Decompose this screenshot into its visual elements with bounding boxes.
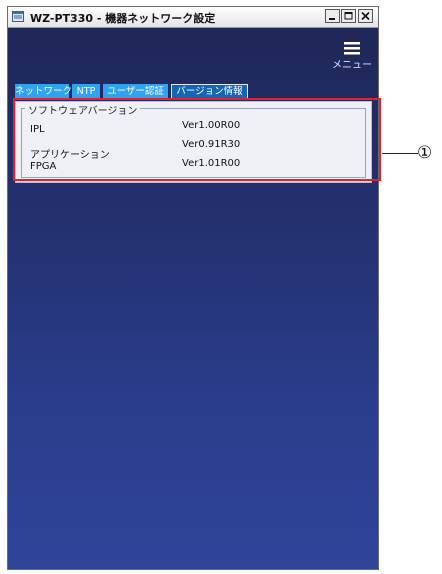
hamburger-menu-icon: [344, 42, 360, 55]
maximize-button[interactable]: [341, 9, 356, 23]
window-title: WZ-PT330 - 機器ネットワーク設定: [30, 12, 216, 25]
close-icon: [361, 11, 370, 21]
app-window-icon: [12, 11, 24, 22]
app-window: WZ-PT330 - 機器ネットワーク設定 メニュー ネットワーク NTP ユー…: [7, 6, 379, 570]
callout-highlight-box: [13, 98, 381, 181]
menu-button[interactable]: メニュー: [332, 38, 372, 72]
callout-leader-line: [382, 153, 418, 154]
maximize-icon: [344, 12, 353, 20]
minimize-button[interactable]: [325, 9, 340, 23]
title-bar[interactable]: WZ-PT330 - 機器ネットワーク設定: [8, 7, 378, 28]
menu-label: メニュー: [332, 60, 372, 71]
minimize-icon: [329, 18, 335, 20]
close-button[interactable]: [358, 9, 373, 23]
callout-number: ①: [417, 143, 433, 163]
